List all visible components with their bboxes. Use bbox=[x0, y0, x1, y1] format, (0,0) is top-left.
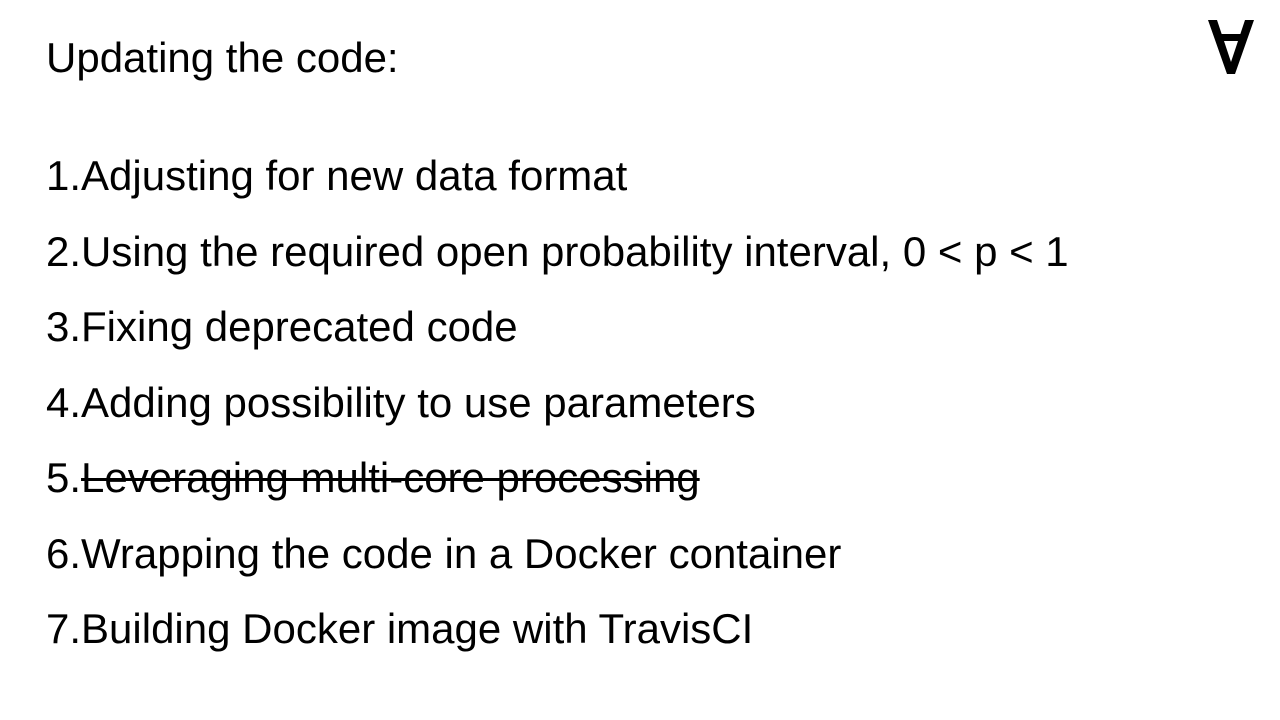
item-number: 7. bbox=[46, 605, 82, 652]
item-number: 1. bbox=[46, 152, 82, 199]
item-number: 6. bbox=[46, 529, 82, 577]
item-text: Adding possibility to use parameters bbox=[81, 378, 756, 426]
list-item-3: 3.Fixing deprecated code bbox=[46, 301, 1069, 353]
item-number: 2. bbox=[46, 227, 82, 275]
list-item-7: 7.Building Docker image with TravisCI bbox=[46, 603, 1069, 655]
item-number: 3. bbox=[46, 303, 82, 350]
list-item-5: 5.Leveraging multi-core processing bbox=[46, 452, 1069, 504]
item-number: 4. bbox=[46, 378, 82, 426]
item-text: Using the required open probability inte… bbox=[81, 227, 1069, 275]
item-text: Adjusting for new data format bbox=[81, 152, 628, 199]
inverted-a-logo-icon bbox=[1206, 18, 1256, 76]
item-number: 5. bbox=[46, 454, 82, 501]
list-item-4: 4.Adding possibility to use parameters bbox=[46, 377, 1069, 429]
slide-title: Updating the code: bbox=[46, 34, 399, 81]
item-text-struck: Leveraging multi-core processing bbox=[81, 454, 700, 501]
list-item-1: 1.Adjusting for new data format bbox=[46, 150, 1069, 202]
item-text: Wrapping the code in a Docker container bbox=[81, 529, 842, 577]
item-text: Building Docker image with TravisCI bbox=[81, 605, 754, 652]
update-steps-list: 1.Adjusting for new data format 2.Using … bbox=[46, 150, 1069, 679]
list-item-2: 2.Using the required open probability in… bbox=[46, 226, 1069, 278]
list-item-6: 6.Wrapping the code in a Docker containe… bbox=[46, 528, 1069, 580]
item-text: Fixing deprecated code bbox=[81, 303, 518, 350]
